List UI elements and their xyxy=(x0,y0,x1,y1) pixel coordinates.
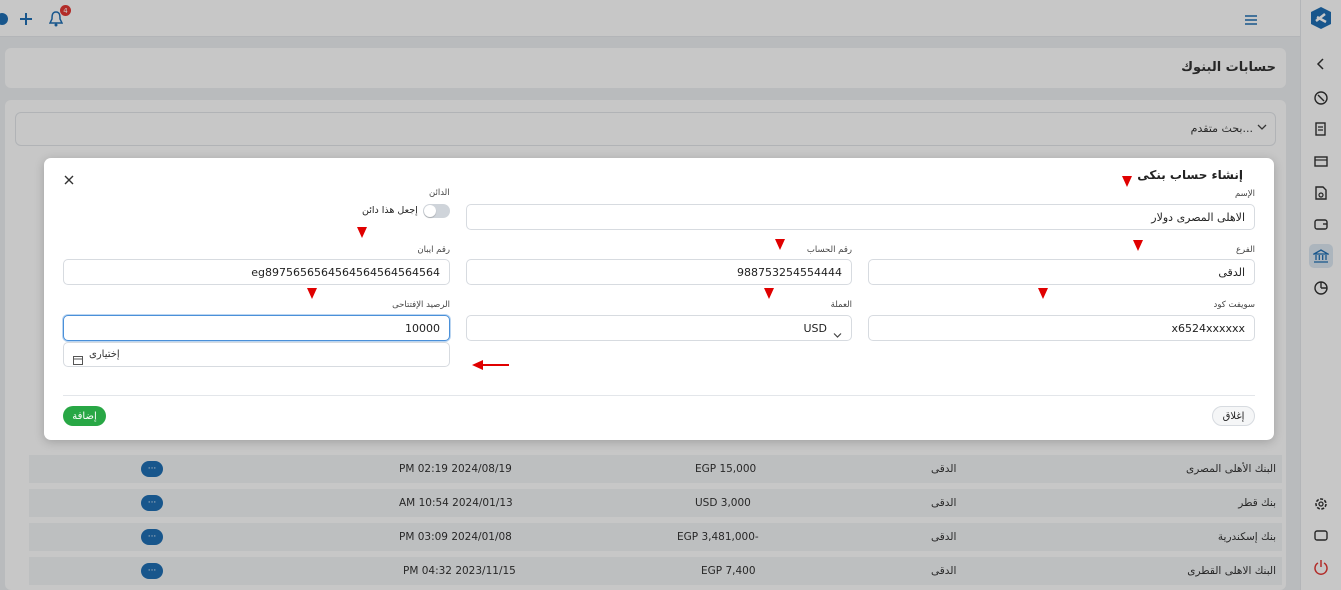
account-number-label: رقم الحساب xyxy=(806,245,852,255)
name-value: الاهلى المصرى دولار xyxy=(1151,211,1245,224)
currency-value: USD xyxy=(803,322,827,335)
dialog-title: إنشاء حساب بنكى xyxy=(1137,168,1243,182)
iban-label: رقم ايبان xyxy=(417,245,450,255)
calendar-icon xyxy=(73,350,83,365)
annotation-marker xyxy=(764,288,774,299)
branch-field[interactable]: الدقى xyxy=(868,259,1255,285)
close-button[interactable]: إغلاق xyxy=(1212,406,1255,426)
creditor-toggle-label: إجعل هذا دائن xyxy=(362,205,418,216)
swift-field[interactable]: x6524xxxxxx xyxy=(868,315,1255,341)
name-field[interactable]: الاهلى المصرى دولار xyxy=(466,204,1255,230)
annotation-marker xyxy=(357,227,367,238)
creditor-toggle[interactable] xyxy=(423,204,450,218)
opening-balance-value: 10000 xyxy=(405,322,440,335)
account-number-field[interactable]: 988753254554444 xyxy=(466,259,852,285)
dialog-divider xyxy=(63,395,1255,396)
account-number-value: 988753254554444 xyxy=(737,266,842,279)
name-label: الإسم xyxy=(1235,189,1255,199)
opening-balance-field[interactable]: 10000 xyxy=(63,315,450,341)
swift-value: x6524xxxxxx xyxy=(1171,322,1245,335)
opening-balance-label: الرصيد الإفتتاحى xyxy=(392,300,450,310)
create-bank-account-dialog: إنشاء حساب بنكى الإسم الاهلى المصرى دولا… xyxy=(44,158,1274,440)
creditor-label: الدائن xyxy=(429,188,450,198)
close-icon[interactable] xyxy=(63,171,77,185)
iban-value: eg8975656564564564564564564 xyxy=(251,266,440,279)
annotation-marker xyxy=(1038,288,1048,299)
swift-label: سويفت كود xyxy=(1213,300,1255,310)
branch-value: الدقى xyxy=(1218,266,1245,279)
arrow-left-icon xyxy=(472,356,510,375)
annotation-marker xyxy=(307,288,317,299)
add-button[interactable]: إضافة xyxy=(63,406,106,426)
optional-label: إختيارى xyxy=(89,349,120,360)
annotation-marker xyxy=(1122,176,1132,187)
currency-select[interactable]: USD xyxy=(466,315,852,341)
currency-label: العملة xyxy=(830,300,852,310)
iban-field[interactable]: eg8975656564564564564564564 xyxy=(63,259,450,285)
annotation-marker xyxy=(1133,240,1143,251)
optional-date-field[interactable]: إختيارى xyxy=(63,342,450,367)
chevron-down-icon xyxy=(833,324,842,343)
branch-label: الفرع xyxy=(1235,245,1255,255)
annotation-marker xyxy=(775,239,785,250)
